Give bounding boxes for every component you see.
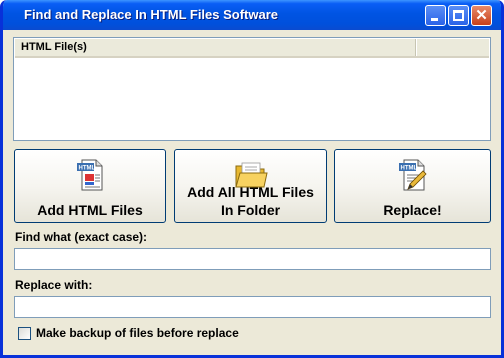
maximize-icon: [453, 10, 464, 21]
close-icon: ✕: [475, 7, 488, 24]
add-html-files-label: Add HTML Files: [37, 202, 143, 218]
column-header-html-files[interactable]: HTML File(s): [15, 39, 416, 56]
minimize-button[interactable]: [425, 5, 446, 26]
minimize-icon: [431, 18, 438, 21]
column-header-blank[interactable]: [416, 39, 489, 56]
svg-text:HTML: HTML: [401, 166, 418, 172]
main-window: Find and Replace In HTML Files Software …: [0, 0, 504, 358]
backup-checkbox[interactable]: [18, 327, 31, 340]
find-what-input[interactable]: [14, 248, 491, 270]
maximize-button[interactable]: [448, 5, 469, 26]
backup-checkbox-label[interactable]: Make backup of files before replace: [36, 326, 239, 340]
replace-label: Replace!: [383, 202, 442, 218]
add-html-files-button[interactable]: HTML Add HTML Files: [14, 149, 166, 223]
find-what-label: Find what (exact case):: [15, 230, 148, 244]
replace-with-input[interactable]: [14, 296, 491, 318]
replace-button[interactable]: HTML Replace!: [334, 149, 491, 223]
html-file-icon: HTML: [77, 159, 103, 191]
html-edit-icon: HTML: [399, 159, 427, 191]
add-folder-label-line2: In Folder: [220, 202, 281, 218]
add-folder-label-line1: Add All HTML Files: [187, 184, 314, 200]
window-title: Find and Replace In HTML Files Software: [24, 7, 279, 22]
svg-text:HTML: HTML: [79, 166, 96, 172]
replace-with-label: Replace with:: [15, 278, 93, 292]
title-bar[interactable]: Find and Replace In HTML Files Software …: [3, 0, 501, 30]
html-files-list[interactable]: HTML File(s): [13, 37, 491, 141]
add-all-html-files-in-folder-button[interactable]: Add All HTML Files In Folder: [174, 149, 327, 223]
list-header: HTML File(s): [15, 39, 489, 58]
close-button[interactable]: ✕: [471, 5, 492, 26]
